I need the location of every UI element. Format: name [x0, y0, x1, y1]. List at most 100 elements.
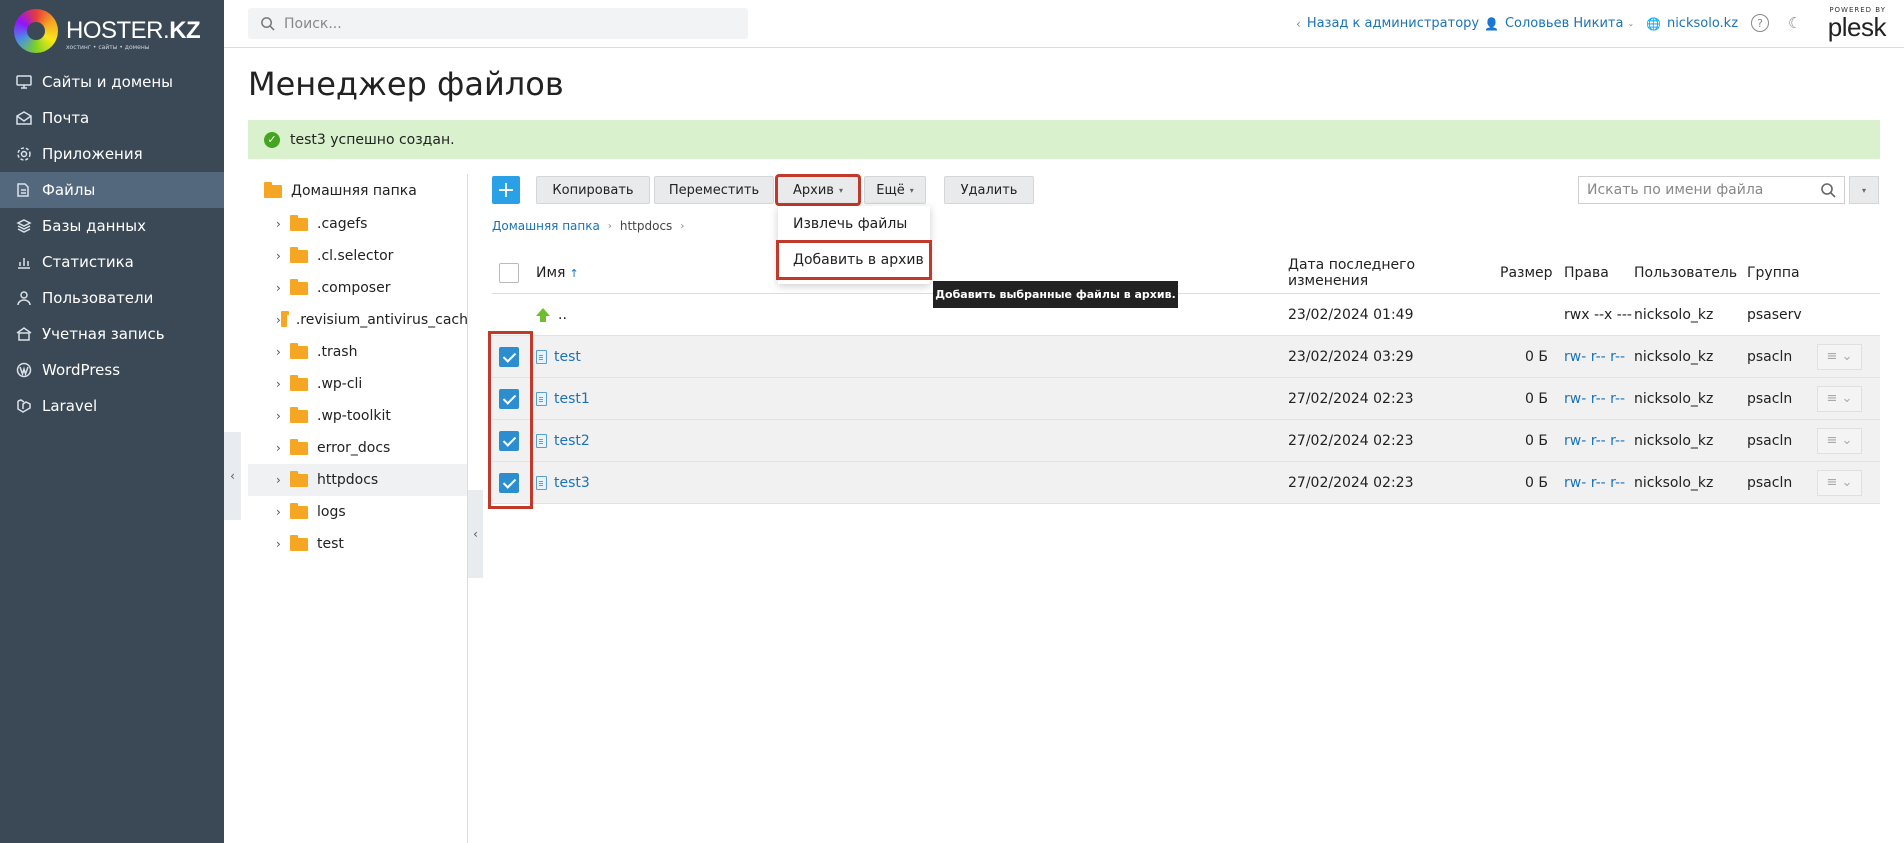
- menu-icon: ≡ ⌄: [1826, 475, 1853, 490]
- extract-files-item[interactable]: Извлечь файлы: [778, 206, 930, 242]
- tree-item[interactable]: › .trash: [248, 336, 468, 368]
- file-search-options-button[interactable]: ▾: [1849, 176, 1879, 204]
- database-icon: [15, 217, 33, 235]
- col-group[interactable]: Группа: [1747, 265, 1817, 281]
- table-row[interactable]: test2 27/02/2024 02:23 0 Б rw- r-- r-- n…: [492, 420, 1880, 462]
- tree-item[interactable]: › .composer: [248, 272, 468, 304]
- add-to-archive-item[interactable]: Добавить в архив: [776, 240, 932, 280]
- col-modified[interactable]: Дата последнего изменения: [1288, 257, 1496, 289]
- chevron-left-icon: ‹: [473, 527, 478, 541]
- more-button[interactable]: Ещё ▾: [864, 176, 926, 204]
- domain-selector[interactable]: 🌐 nicksolo.kz: [1646, 16, 1738, 31]
- col-perms[interactable]: Права: [1556, 265, 1634, 281]
- tree-item[interactable]: › .wp-cli: [248, 368, 468, 400]
- row-checkbox[interactable]: [499, 346, 519, 367]
- laravel-icon: [15, 397, 33, 415]
- tree-root[interactable]: Домашняя папка: [248, 174, 468, 208]
- copy-button[interactable]: Копировать: [536, 176, 650, 204]
- sidebar-item-statistics[interactable]: Статистика: [0, 244, 224, 280]
- row-actions-button[interactable]: ≡ ⌄: [1817, 385, 1862, 412]
- permissions-link[interactable]: rw- r-- r--: [1556, 391, 1634, 407]
- sidebar-item-sites[interactable]: Сайты и домены: [0, 64, 224, 100]
- chevron-right-icon[interactable]: ›: [276, 217, 290, 231]
- user-icon: [15, 289, 33, 307]
- tree-item[interactable]: › .cl.selector: [248, 240, 468, 272]
- tree-item-label: .trash: [317, 344, 358, 360]
- chevron-right-icon[interactable]: ›: [276, 537, 290, 551]
- tree-item[interactable]: › logs: [248, 496, 468, 528]
- col-user[interactable]: Пользователь: [1634, 265, 1747, 281]
- chevron-right-icon[interactable]: ›: [276, 409, 290, 423]
- chevron-right-icon[interactable]: ›: [276, 345, 290, 359]
- sidebar-nav: Сайты и домены Почта Приложения Файлы Ба…: [0, 64, 224, 424]
- moon-icon[interactable]: ☾: [1788, 14, 1801, 32]
- permissions-link[interactable]: rw- r-- r--: [1556, 475, 1634, 491]
- tree-item[interactable]: › .revisium_antivirus_cach: [248, 304, 468, 336]
- sidebar-item-wordpress[interactable]: WordPress: [0, 352, 224, 388]
- sidebar-item-label: Приложения: [42, 145, 143, 163]
- permissions-link[interactable]: rw- r-- r--: [1556, 349, 1634, 365]
- sidebar-item-databases[interactable]: Базы данных: [0, 208, 224, 244]
- tree-item[interactable]: › .wp-toolkit: [248, 400, 468, 432]
- chevron-right-icon: ›: [680, 220, 685, 232]
- global-search-input[interactable]: [284, 15, 724, 32]
- logo-text: HOSTER.KZ: [66, 17, 201, 44]
- chevron-right-icon[interactable]: ›: [276, 505, 290, 519]
- archive-button[interactable]: Архив ▾: [775, 174, 861, 206]
- chevron-right-icon[interactable]: ›: [276, 281, 290, 295]
- delete-button[interactable]: Удалить: [944, 176, 1034, 204]
- col-size[interactable]: Размер: [1496, 265, 1556, 281]
- permissions-link[interactable]: rw- r-- r--: [1556, 433, 1634, 449]
- row-actions-button[interactable]: ≡ ⌄: [1817, 469, 1862, 496]
- tree-item[interactable]: › .cagefs: [248, 208, 468, 240]
- chevron-left-icon: ‹: [230, 469, 235, 483]
- top-header: ‹ Назад к администратору 👤 Соловьев Ники…: [224, 0, 1904, 48]
- owner-group: psacln: [1747, 432, 1793, 449]
- file-search-input[interactable]: [1587, 182, 1820, 198]
- table-row[interactable]: test 23/02/2024 03:29 0 Б rw- r-- r-- ni…: [492, 336, 1880, 378]
- move-button[interactable]: Переместить: [654, 176, 774, 204]
- sidebar-item-label: Файлы: [42, 181, 96, 199]
- chevron-right-icon[interactable]: ›: [276, 377, 290, 391]
- search-icon[interactable]: [1820, 182, 1836, 198]
- add-button[interactable]: +: [492, 176, 520, 204]
- row-checkbox[interactable]: [499, 430, 519, 451]
- breadcrumb-home[interactable]: Домашняя папка: [492, 219, 600, 233]
- sidebar-item-account[interactable]: Учетная запись: [0, 316, 224, 352]
- file-name-link[interactable]: test3: [554, 475, 590, 491]
- parent-dir-link[interactable]: ..: [558, 307, 567, 323]
- file-name-link[interactable]: test2: [554, 433, 590, 449]
- user-menu[interactable]: 👤 Соловьев Никита ⌄: [1484, 16, 1634, 31]
- sidebar-collapse-button[interactable]: ‹: [224, 432, 241, 520]
- select-all-checkbox[interactable]: [499, 263, 519, 283]
- row-actions-button[interactable]: ≡ ⌄: [1817, 427, 1862, 454]
- modified-date: 27/02/2024 02:23: [1288, 432, 1414, 449]
- sidebar-item-applications[interactable]: Приложения: [0, 136, 224, 172]
- file-name-link[interactable]: test1: [554, 391, 590, 407]
- chevron-right-icon[interactable]: ›: [276, 249, 290, 263]
- row-actions-button[interactable]: ≡ ⌄: [1817, 343, 1862, 370]
- sidebar-item-laravel[interactable]: Laravel: [0, 388, 224, 424]
- file-search[interactable]: [1578, 176, 1845, 204]
- help-icon[interactable]: ?: [1751, 14, 1769, 32]
- row-checkbox[interactable]: [499, 472, 519, 493]
- sidebar-item-files[interactable]: Файлы: [0, 172, 224, 208]
- row-checkbox[interactable]: [499, 388, 519, 409]
- sidebar-item-users[interactable]: Пользователи: [0, 280, 224, 316]
- chevron-right-icon[interactable]: ›: [276, 441, 290, 455]
- back-to-admin-link[interactable]: ‹ Назад к администратору: [1296, 16, 1479, 31]
- hoster-logo[interactable]: HOSTER.KZ хостинг • сайты • домены: [14, 9, 201, 55]
- tree-item[interactable]: › error_docs: [248, 432, 468, 464]
- file-name-link[interactable]: test: [554, 349, 581, 365]
- search-icon: [261, 17, 275, 31]
- tree-item[interactable]: › test: [248, 528, 468, 560]
- chevron-right-icon[interactable]: ›: [276, 473, 290, 487]
- table-row[interactable]: test3 27/02/2024 02:23 0 Б rw- r-- r-- n…: [492, 462, 1880, 504]
- chevron-left-icon: ‹: [1296, 16, 1301, 31]
- tree-item-selected[interactable]: › httpdocs: [248, 464, 468, 496]
- sidebar-item-mail[interactable]: Почта: [0, 100, 224, 136]
- table-row-parent[interactable]: .. 23/02/2024 01:49 rwx --x --- nicksolo…: [492, 294, 1880, 336]
- global-search[interactable]: [248, 8, 748, 39]
- tree-collapse-button[interactable]: ‹: [468, 490, 483, 578]
- table-row[interactable]: test1 27/02/2024 02:23 0 Б rw- r-- r-- n…: [492, 378, 1880, 420]
